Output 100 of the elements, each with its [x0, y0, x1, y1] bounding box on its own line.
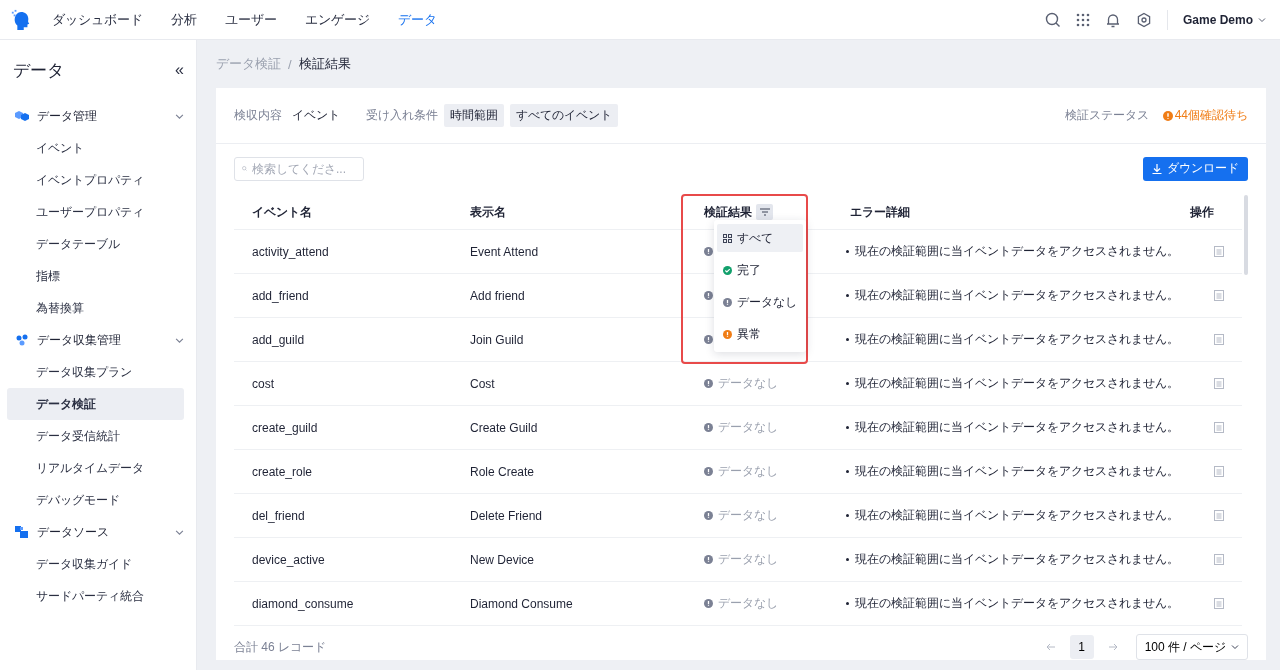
table-cell-text: create_role	[252, 464, 314, 479]
download-button[interactable]: ダウンロード	[1143, 156, 1248, 181]
error-detail: 現在の検証範囲に当イベントデータをアクセスされません。	[846, 419, 1179, 436]
document-icon[interactable]	[1214, 334, 1224, 345]
status-text: データなし	[718, 419, 778, 436]
sidebar-item[interactable]: データ検証	[7, 388, 184, 420]
sidebar-item[interactable]: データ受信統計	[7, 420, 184, 452]
nav-tab[interactable]: データ	[398, 10, 437, 29]
status-icon	[704, 379, 713, 388]
warning-icon	[1162, 110, 1173, 121]
sidebar-item[interactable]: ユーザープロパティ	[7, 196, 184, 228]
sidebar-item[interactable]: イベント	[7, 132, 184, 164]
filter-option[interactable]: 異常	[717, 320, 803, 348]
error-detail: 現在の検証範囲に当イベントデータをアクセスされません。	[846, 507, 1179, 524]
filter-option[interactable]: データなし	[717, 288, 803, 316]
status-text: データなし	[718, 595, 778, 612]
sidebar-group[interactable]: データ収集管理	[7, 324, 184, 356]
error-detail: 現在の検証範囲に当イベントデータをアクセスされません。	[846, 551, 1179, 568]
sidebar-group[interactable]: データソース	[7, 516, 184, 548]
error-detail: 現在の検証範囲に当イベントデータをアクセスされません。	[846, 463, 1179, 480]
grid-icon	[723, 233, 732, 243]
table-cell-text: add_friend	[252, 288, 310, 303]
table-cell-text: del_friend	[252, 508, 306, 523]
document-icon[interactable]	[1214, 290, 1224, 301]
filter-option[interactable]: 完了	[717, 256, 803, 284]
table-cell-text: add_guild	[252, 332, 306, 347]
column-header: 表示名	[470, 203, 507, 221]
sidebar-item[interactable]: データ収集ガイド	[7, 548, 184, 580]
error-detail: 現在の検証範囲に当イベントデータをアクセスされません。	[846, 375, 1179, 392]
sidebar-item[interactable]: リアルタイムデータ	[7, 452, 184, 484]
status-icon	[704, 511, 713, 520]
download-icon	[1152, 163, 1162, 174]
status-label: 検証ステータス	[1064, 107, 1149, 124]
page-size-select[interactable]: 100 件 / ページ	[1135, 634, 1248, 660]
condition-label: 受け入れ条件	[366, 107, 438, 124]
scrollbar[interactable]	[1244, 195, 1248, 275]
caret-icon	[1231, 643, 1239, 651]
document-icon[interactable]	[1214, 378, 1224, 389]
document-icon[interactable]	[1214, 510, 1224, 521]
sidebar-item[interactable]: イベントプロパティ	[7, 164, 184, 196]
dots-icon	[15, 334, 29, 346]
filter-button[interactable]	[756, 204, 773, 220]
nav-tab[interactable]: ユーザー	[225, 10, 277, 29]
status-icon	[704, 423, 713, 432]
table-cell-text: Event Attend	[470, 244, 540, 259]
condition-label: 検収内容	[234, 107, 282, 124]
sidebar-item[interactable]: デバッグモード	[7, 484, 184, 516]
sidebar-item[interactable]: 指標	[7, 260, 184, 292]
chevron-icon[interactable]	[175, 111, 184, 121]
column-header: 操作	[1189, 203, 1215, 221]
next-page-icon[interactable]	[1107, 642, 1118, 652]
table-cell-text: activity_attend	[252, 244, 330, 259]
table-cell-text: create_guild	[252, 420, 319, 435]
chevron-icon[interactable]	[175, 335, 184, 345]
document-icon[interactable]	[1214, 598, 1224, 609]
apps-grid-icon[interactable]	[1075, 12, 1090, 27]
search-icon[interactable]	[1044, 11, 1061, 28]
table-cell-text: New Device	[470, 552, 536, 567]
error-detail: 現在の検証範囲に当イベントデータをアクセスされません。	[846, 243, 1179, 260]
table-cell-text: diamond_consume	[252, 596, 355, 611]
table-cell-text: device_active	[252, 552, 326, 567]
sidebar-group[interactable]: データ管理	[7, 100, 184, 132]
search-icon	[242, 163, 247, 174]
previous-page-icon[interactable]	[1045, 642, 1056, 652]
pending-count: 44個確認待ち	[1174, 107, 1248, 124]
document-icon[interactable]	[1214, 422, 1224, 433]
breadcrumb-separator: /	[288, 56, 292, 72]
bell-icon[interactable]	[1104, 11, 1121, 28]
settings-icon[interactable]	[1135, 11, 1152, 28]
check-circle-icon	[723, 265, 732, 275]
status-text: データなし	[718, 551, 778, 568]
status-text: データなし	[718, 375, 778, 392]
filter-icon	[759, 208, 770, 216]
document-icon[interactable]	[1214, 466, 1224, 477]
caret-icon	[1258, 15, 1266, 24]
nav-tab[interactable]: エンゲージ	[305, 10, 370, 29]
document-icon[interactable]	[1214, 246, 1224, 257]
page-button[interactable]: 1	[1069, 635, 1094, 659]
error-detail: 現在の検証範囲に当イベントデータをアクセスされません。	[846, 287, 1179, 304]
chevron-icon[interactable]	[175, 527, 184, 537]
status-icon	[704, 599, 713, 608]
record-count: 合計 46 レコード	[234, 638, 326, 656]
sidebar-item[interactable]: 為替換算	[7, 292, 184, 324]
search-field[interactable]: 検索してくださ...	[234, 156, 364, 181]
project-selector[interactable]: Game Demo	[1182, 12, 1266, 27]
nav-tab[interactable]: ダッシュボード	[52, 10, 143, 29]
table-cell-text: Cost	[470, 376, 496, 391]
filter-option[interactable]: すべて	[717, 224, 803, 252]
collapse-button[interactable]: «	[175, 61, 184, 79]
sidebar-item[interactable]: データ収集プラン	[7, 356, 184, 388]
error-detail: 現在の検証範囲に当イベントデータをアクセスされません。	[846, 331, 1179, 348]
table-cell-text: Delete Friend	[470, 508, 544, 523]
condition-value: イベント	[292, 107, 340, 124]
sidebar-item[interactable]: データテーブル	[7, 228, 184, 260]
sidebar-item[interactable]: サードパーティ統合	[7, 580, 184, 612]
table-cell-text: Role Create	[470, 464, 536, 479]
column-header: イベント名	[252, 203, 313, 221]
nav-tab[interactable]: 分析	[171, 10, 197, 29]
breadcrumb-item: 検証結果	[298, 55, 351, 73]
document-icon[interactable]	[1214, 554, 1224, 565]
